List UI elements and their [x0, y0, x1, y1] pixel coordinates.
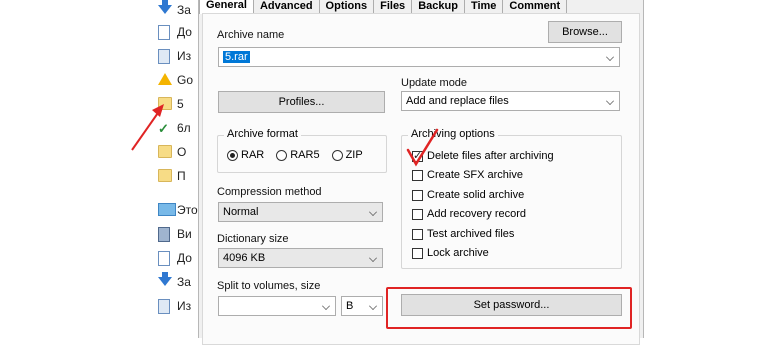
folder-icon: [158, 145, 172, 159]
annotation-highlight-box: [386, 287, 632, 329]
chevron-down-icon: [322, 302, 330, 310]
tab-bar: General Advanced Options Files Backup Ti…: [199, 0, 568, 14]
delete-files-checkbox[interactable]: Delete files after archiving: [412, 149, 554, 162]
computer-icon: [158, 203, 176, 217]
explorer-item[interactable]: Из: [158, 296, 191, 316]
split-unit-value: B: [346, 300, 354, 312]
image-icon: [158, 299, 172, 314]
download-icon: [158, 0, 172, 17]
tab-time[interactable]: Time: [463, 0, 504, 13]
compression-method-select[interactable]: Normal: [218, 202, 383, 222]
checkbox-checked-icon: [412, 149, 423, 162]
folder-icon: [158, 169, 172, 183]
update-mode-label: Update mode: [401, 77, 468, 89]
explorer-item[interactable]: За: [158, 0, 191, 20]
google-drive-icon: [158, 73, 172, 87]
recovery-record-checkbox[interactable]: Add recovery record: [412, 208, 526, 220]
explorer-item[interactable]: О: [158, 142, 186, 162]
tab-files[interactable]: Files: [373, 0, 413, 13]
format-radio-rar5[interactable]: RAR5: [276, 149, 320, 161]
explorer-item[interactable]: До: [158, 248, 192, 268]
split-unit-select[interactable]: B: [341, 296, 383, 316]
compression-method-label: Compression method: [217, 186, 322, 198]
archiving-options-label: Archiving options: [408, 128, 498, 140]
create-sfx-checkbox[interactable]: Create SFX archive: [412, 169, 523, 181]
radio-selected-icon: [227, 149, 238, 161]
checkbox-icon: [412, 169, 423, 181]
format-radio-rar[interactable]: RAR: [227, 149, 264, 161]
checkbox-icon: [412, 189, 423, 201]
video-icon: [158, 227, 172, 242]
chevron-down-icon: [369, 208, 377, 216]
explorer-item[interactable]: До: [158, 22, 192, 42]
checkbox-icon: [412, 228, 423, 240]
document-icon: [158, 251, 172, 266]
archive-name-value: 5.rar: [223, 51, 250, 63]
update-mode-value: Add and replace files: [406, 95, 509, 107]
radio-icon: [331, 149, 343, 161]
explorer-item[interactable]: ✓ 6л: [158, 118, 191, 138]
tab-advanced[interactable]: Advanced: [252, 0, 320, 13]
lock-archive-checkbox[interactable]: Lock archive: [412, 247, 489, 259]
profiles-button[interactable]: Profiles...: [218, 91, 385, 113]
tab-general[interactable]: General: [199, 0, 254, 14]
document-icon: [158, 25, 172, 40]
archive-name-field[interactable]: 5.rar: [218, 47, 620, 67]
split-volumes-field[interactable]: [218, 296, 336, 316]
chevron-down-icon: [606, 97, 614, 105]
format-radio-zip[interactable]: ZIP: [331, 149, 363, 161]
test-files-checkbox[interactable]: Test archived files: [412, 228, 514, 240]
dictionary-size-label: Dictionary size: [217, 233, 289, 245]
checkbox-icon: [412, 247, 423, 259]
explorer-item[interactable]: Ви: [158, 224, 192, 244]
explorer-item[interactable]: Из: [158, 46, 191, 66]
browse-button[interactable]: Browse...: [548, 21, 622, 43]
explorer-item[interactable]: 5: [158, 94, 184, 114]
archive-name-label: Archive name: [217, 29, 285, 41]
split-volumes-label: Split to volumes, size: [217, 280, 321, 292]
chevron-down-icon: [369, 254, 377, 262]
tab-backup[interactable]: Backup: [411, 0, 465, 13]
dictionary-size-value: 4096 KB: [223, 252, 266, 264]
check-folder-icon: ✓: [158, 121, 169, 136]
archive-format-label: Archive format: [224, 128, 301, 140]
explorer-sidebar: За До Из Go 5 ✓ 6л О П Это Ви До За Из: [150, 0, 198, 330]
update-mode-select[interactable]: Add and replace files: [401, 91, 620, 111]
explorer-item[interactable]: Go: [158, 70, 193, 90]
checkbox-icon: [412, 208, 423, 220]
download-icon: [158, 272, 172, 289]
explorer-item[interactable]: За: [158, 272, 191, 292]
create-solid-checkbox[interactable]: Create solid archive: [412, 189, 524, 201]
explorer-item[interactable]: П: [158, 166, 186, 186]
explorer-item[interactable]: Это: [158, 200, 198, 220]
tab-comment[interactable]: Comment: [502, 0, 568, 13]
radio-icon: [276, 149, 288, 161]
compression-method-value: Normal: [223, 206, 259, 218]
tab-options[interactable]: Options: [318, 0, 375, 13]
image-icon: [158, 49, 172, 64]
archive-format-options: RAR RAR5 ZIP: [227, 149, 363, 161]
chevron-down-icon[interactable]: [606, 53, 614, 61]
folder-icon: [158, 97, 172, 111]
dictionary-size-select[interactable]: 4096 KB: [218, 248, 383, 268]
chevron-down-icon: [369, 302, 377, 310]
